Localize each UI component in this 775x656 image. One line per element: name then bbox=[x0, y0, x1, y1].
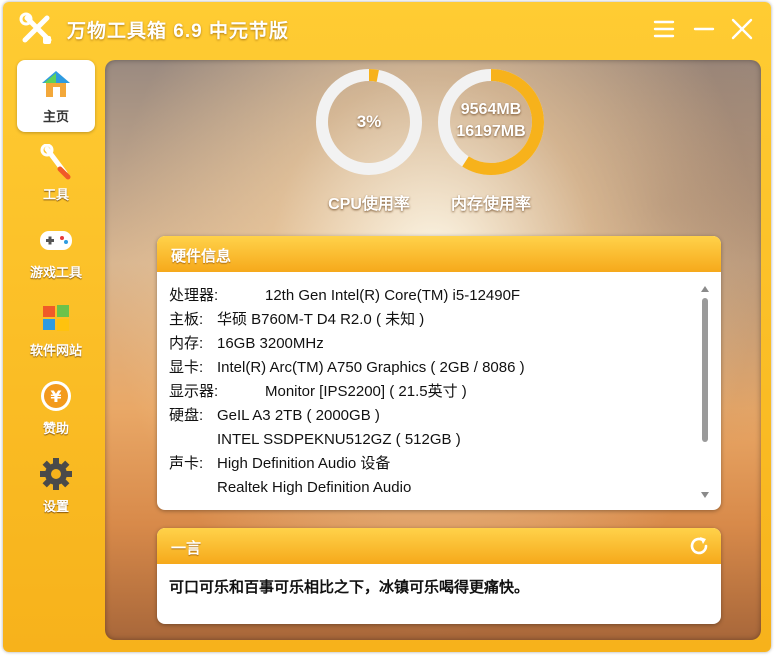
toolbox-logo-icon bbox=[17, 10, 57, 50]
hardware-info-row: INTEL SSDPEKNU512GZ ( 512GB ) bbox=[169, 428, 699, 452]
sidebar-item-software-sites[interactable]: 软件网站 bbox=[17, 294, 95, 366]
sidebar-item-label: 赞助 bbox=[42, 421, 69, 436]
hardware-info-row: 主板: 华硕 B760M-T D4 R2.0 ( 未知 ) bbox=[169, 308, 699, 332]
hardware-info-label: 显卡: bbox=[169, 359, 204, 376]
hardware-info-value: GeIL A3 2TB ( 2000GB ) bbox=[217, 407, 380, 424]
hardware-info-row: 处理器: 12th Gen Intel(R) Core(TM) i5-12490F bbox=[169, 284, 699, 308]
hardware-info-row: 声卡: High Definition Audio 设备 bbox=[169, 452, 699, 476]
sidebar-item-sponsor[interactable]: ¥ 赞助 bbox=[17, 372, 95, 444]
app-window: 万物工具箱 6.9 中元节版 主页 工具 游戏工具 软件网站 ¥ 赞助 设置 3… bbox=[3, 2, 771, 652]
hardware-info-label: 硬盘: bbox=[169, 407, 204, 424]
panel-header: 一言 bbox=[157, 528, 721, 564]
hardware-info-value: 华硕 B760M-T D4 R2.0 ( 未知 ) bbox=[217, 311, 425, 328]
gamepad-icon bbox=[38, 222, 74, 258]
minimize-icon[interactable] bbox=[691, 16, 717, 42]
sidebar-item-home[interactable]: 主页 bbox=[17, 60, 95, 132]
hardware-info-row: 显示器: Monitor [IPS2200] ( 21.5英寸 ) bbox=[169, 380, 699, 404]
memory-usage-label: 内存使用率 bbox=[450, 196, 531, 213]
hardware-info-row: Realtek High Definition Audio bbox=[169, 476, 699, 500]
scroll-up-icon bbox=[701, 286, 709, 292]
quote-panel: 一言 可口可乐和百事可乐相比之下，冰镇可乐喝得更痛快。 bbox=[157, 528, 721, 624]
sidebar-item-settings[interactable]: 设置 bbox=[17, 450, 95, 522]
hardware-info-value: 12th Gen Intel(R) Core(TM) i5-12490F bbox=[265, 287, 521, 304]
hardware-info-value: 16GB 3200MHz bbox=[217, 335, 324, 352]
svg-text:¥: ¥ bbox=[50, 387, 61, 406]
scroll-down-icon bbox=[701, 492, 709, 498]
panel-title: 硬件信息 bbox=[171, 248, 232, 265]
cpu-usage-gauge: 3% bbox=[313, 66, 425, 178]
windows-icon bbox=[38, 300, 74, 336]
close-icon[interactable] bbox=[729, 16, 755, 42]
memory-usage-gauge: 9564MB 16197MB bbox=[435, 66, 547, 178]
hardware-info-value: INTEL SSDPEKNU512GZ ( 512GB ) bbox=[217, 431, 461, 448]
hardware-info-label: 主板: bbox=[169, 311, 204, 328]
cpu-usage-label: CPU使用率 bbox=[328, 196, 410, 213]
hardware-info-value: Monitor [IPS2200] ( 21.5英寸 ) bbox=[265, 383, 467, 400]
sidebar-item-game-tools[interactable]: 游戏工具 bbox=[17, 216, 95, 288]
home-content: 3% CPU使用率 9564MB 16197MB 内存使用率 硬件信息 处理器:… bbox=[105, 60, 761, 640]
cpu-usage-value: 3% bbox=[356, 112, 382, 131]
hardware-info-value: High Definition Audio 设备 bbox=[217, 455, 391, 472]
hardware-info-label: 显示器: bbox=[169, 383, 219, 400]
hardware-info-label: 声卡: bbox=[169, 455, 204, 472]
gear-icon bbox=[38, 456, 74, 492]
sidebar-item-label: 工具 bbox=[42, 187, 69, 202]
panel-title: 一言 bbox=[171, 540, 202, 557]
yen-coin-icon: ¥ bbox=[38, 378, 74, 414]
sidebar-item-label: 游戏工具 bbox=[29, 265, 82, 280]
hardware-info-label: 处理器: bbox=[169, 287, 219, 304]
panel-header: 硬件信息 bbox=[157, 236, 721, 272]
menu-icon[interactable] bbox=[651, 16, 677, 42]
memory-total-value: 16197MB bbox=[456, 123, 526, 140]
refresh-icon[interactable] bbox=[687, 534, 711, 558]
scrollbar-thumb bbox=[702, 298, 708, 442]
hardware-info-value: Realtek High Definition Audio bbox=[217, 479, 412, 496]
hardware-info-value: Intel(R) Arc(TM) A750 Graphics ( 2GB / 8… bbox=[217, 359, 525, 376]
title-bar[interactable]: 万物工具箱 6.9 中元节版 bbox=[3, 2, 771, 58]
memory-used-value: 9564MB bbox=[460, 101, 522, 118]
hardware-info-row: 内存: 16GB 3200MHz bbox=[169, 332, 699, 356]
quote-text: 可口可乐和百事可乐相比之下，冰镇可乐喝得更痛快。 bbox=[169, 579, 530, 596]
hardware-info-label: 内存: bbox=[169, 335, 204, 352]
sidebar-item-label: 主页 bbox=[42, 109, 69, 124]
home-icon bbox=[38, 66, 74, 102]
sidebar-item-label: 设置 bbox=[42, 499, 69, 514]
wrench-icon bbox=[38, 143, 74, 180]
hardware-info-row: 显卡: Intel(R) Arc(TM) A750 Graphics ( 2GB … bbox=[169, 356, 699, 380]
sidebar-item-tools[interactable]: 工具 bbox=[17, 138, 95, 210]
sidebar-item-label: 软件网站 bbox=[29, 343, 82, 358]
sidebar: 主页 工具 游戏工具 软件网站 ¥ 赞助 设置 bbox=[11, 60, 97, 580]
scrollbar[interactable] bbox=[699, 284, 711, 500]
hardware-info-row: 硬盘: GeIL A3 2TB ( 2000GB ) bbox=[169, 404, 699, 428]
hardware-info-list: 处理器: 12th Gen Intel(R) Core(TM) i5-12490F… bbox=[169, 284, 699, 500]
hardware-info-panel: 硬件信息 处理器: 12th Gen Intel(R) Core(TM) i5-1… bbox=[157, 236, 721, 510]
app-title: 万物工具箱 6.9 中元节版 bbox=[67, 21, 289, 42]
